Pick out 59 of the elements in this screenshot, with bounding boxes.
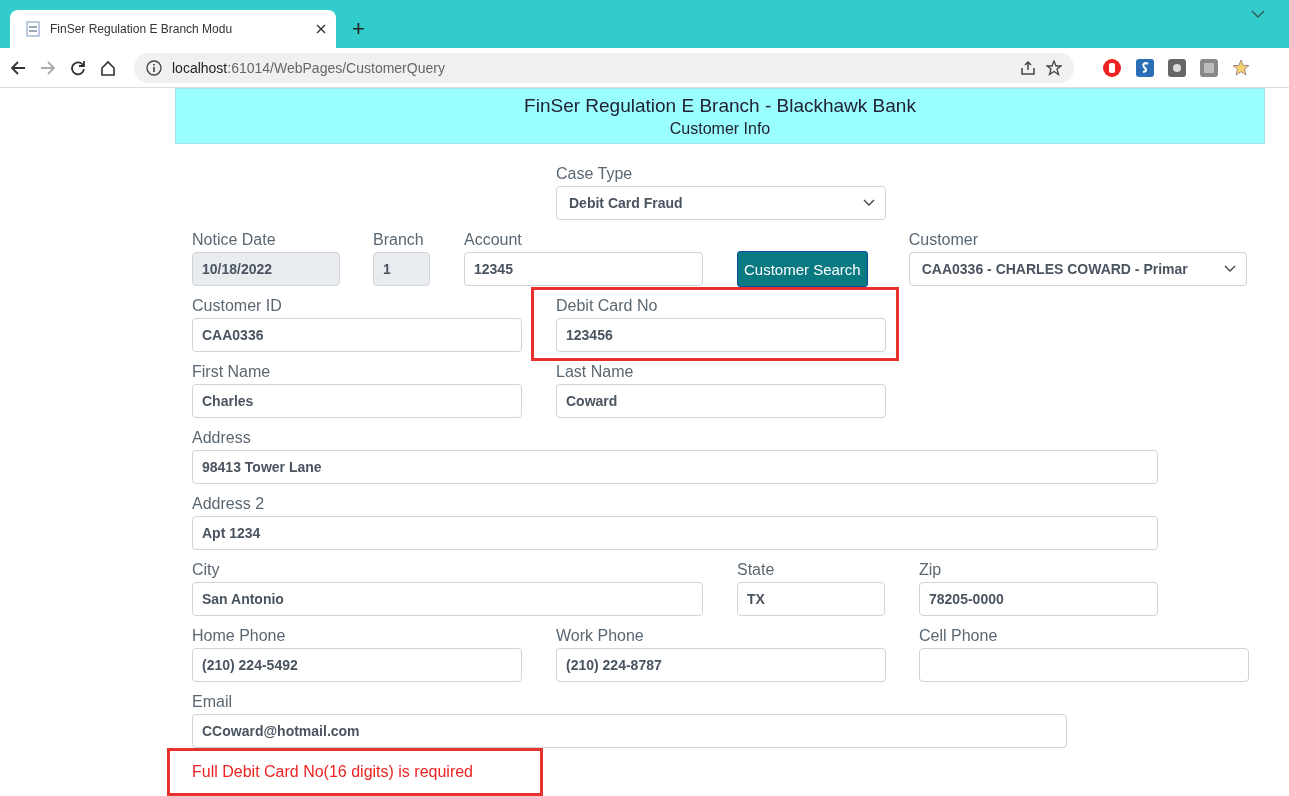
input-field[interactable]: (210) 224-5492 (192, 648, 522, 682)
chevron-down-icon[interactable] (1251, 10, 1265, 18)
close-icon[interactable] (316, 24, 326, 34)
input-field[interactable]: CCoward@hotmail.com (192, 714, 1067, 748)
field-label: Address 2 (192, 494, 266, 514)
input-field[interactable]: San Antonio (192, 582, 703, 616)
new-tab-button[interactable]: + (346, 16, 371, 42)
input-field[interactable]: TX (737, 582, 885, 616)
input-field[interactable] (919, 648, 1249, 682)
page-title: FinSer Regulation E Branch - Blackhawk Bank (524, 94, 916, 117)
extension-icon[interactable] (1136, 58, 1154, 77)
field-label: State (737, 560, 776, 580)
field-label: Cell Phone (919, 626, 999, 646)
field-label: Last Name (556, 362, 635, 382)
error-message: Full Debit Card No(16 digits) is required (192, 763, 473, 781)
url-text: localhost:61014/WebPages/CustomerQuery (172, 59, 446, 76)
field-label: Work Phone (556, 626, 645, 646)
field-label: Branch (373, 230, 425, 250)
field-label: City (192, 560, 221, 580)
field-label: Home Phone (192, 626, 287, 646)
star-icon[interactable] (1046, 59, 1062, 76)
input-field[interactable]: 78205-0000 (919, 582, 1158, 616)
input-field[interactable]: Apt 1234 (192, 516, 1158, 550)
extension-icon[interactable] (1168, 58, 1186, 77)
input-field[interactable]: 123456 (556, 318, 886, 352)
reload-icon[interactable] (70, 59, 86, 76)
document-icon (26, 21, 40, 37)
back-icon[interactable] (10, 59, 26, 76)
stop-sign-icon[interactable] (1102, 57, 1122, 78)
dropdown[interactable]: CAA0336 - CHARLES COWARD - Primar (908, 252, 1247, 286)
page-subtitle: Customer Info (669, 119, 771, 138)
info-icon (146, 59, 162, 76)
field-label: First Name (192, 362, 272, 382)
input-field[interactable]: 12345 (464, 252, 703, 286)
share-icon[interactable] (1020, 59, 1036, 76)
field-label: Debit Card No (556, 296, 659, 316)
customer-search-button[interactable]: Customer Search (737, 251, 868, 287)
address-bar[interactable]: localhost:61014/WebPages/CustomerQuery (134, 52, 1074, 83)
browser-tab[interactable]: FinSer Regulation E Branch Modu (10, 10, 336, 48)
chevron-down-icon (1223, 265, 1236, 273)
field-label: Zip (919, 560, 943, 580)
input-field[interactable]: 98413 Tower Lane (192, 450, 1158, 484)
tab-title: FinSer Regulation E Branch Modu (50, 22, 234, 36)
field-label: Notice Date (192, 230, 277, 250)
field-label: Address (192, 428, 252, 448)
home-icon[interactable] (100, 59, 116, 76)
field-label: Customer (908, 230, 980, 250)
field-label: Case Type (556, 164, 634, 184)
input-field[interactable]: (210) 224-8787 (556, 648, 886, 682)
input-field[interactable]: Coward (556, 384, 886, 418)
field-label: Customer ID (192, 296, 283, 316)
chevron-down-icon (863, 199, 875, 207)
input-field[interactable]: CAA0336 (192, 318, 522, 352)
dropdown[interactable]: Debit Card Fraud (556, 186, 886, 220)
field-label: Email (192, 692, 233, 712)
field-label: Account (464, 230, 523, 250)
input-field[interactable]: Charles (192, 384, 522, 418)
extension-icon[interactable] (1200, 58, 1218, 77)
favorite-star-icon[interactable] (1232, 58, 1250, 77)
